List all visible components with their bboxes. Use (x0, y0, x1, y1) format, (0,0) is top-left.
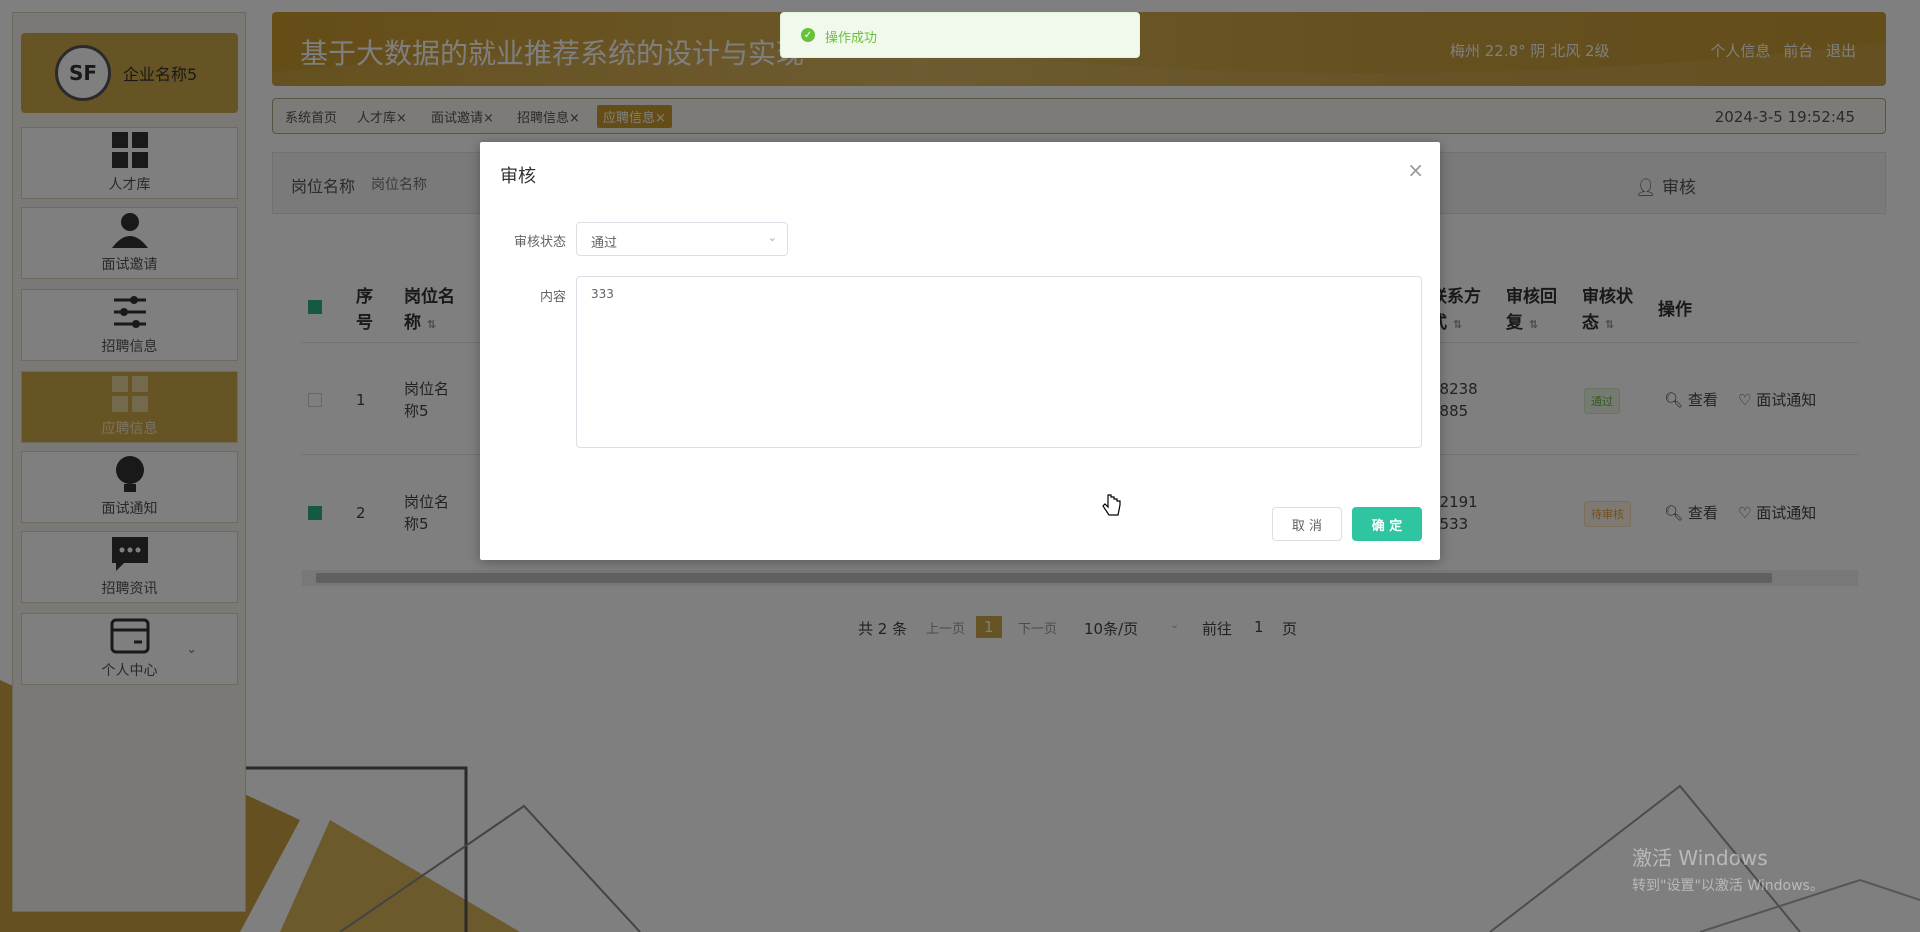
audit-dialog: 审核 × 审核状态 通过 ⌄ 内容 333 取 消 确 定 (480, 142, 1440, 560)
check-circle-icon: ✓ (801, 28, 815, 42)
toast-message: 操作成功 (825, 31, 878, 46)
content-textarea[interactable]: 333 (576, 276, 1422, 448)
content-field-label: 内容 (539, 290, 566, 305)
close-icon[interactable]: × (1407, 158, 1424, 182)
windows-activation-watermark: 激活 Windows 转到"设置"以激活 Windows。 (1632, 846, 1824, 894)
status-field-label: 审核状态 (513, 235, 566, 250)
success-toast: ✓ 操作成功 (780, 12, 1140, 58)
status-select-value: 通过 (591, 236, 618, 251)
cancel-button[interactable]: 取 消 (1272, 507, 1342, 541)
dialog-title: 审核 (500, 166, 536, 187)
chevron-down-icon: ⌄ (767, 231, 777, 244)
confirm-button[interactable]: 确 定 (1352, 507, 1422, 541)
hand-cursor-icon (1102, 494, 1121, 516)
status-select[interactable]: 通过 ⌄ (576, 222, 788, 256)
